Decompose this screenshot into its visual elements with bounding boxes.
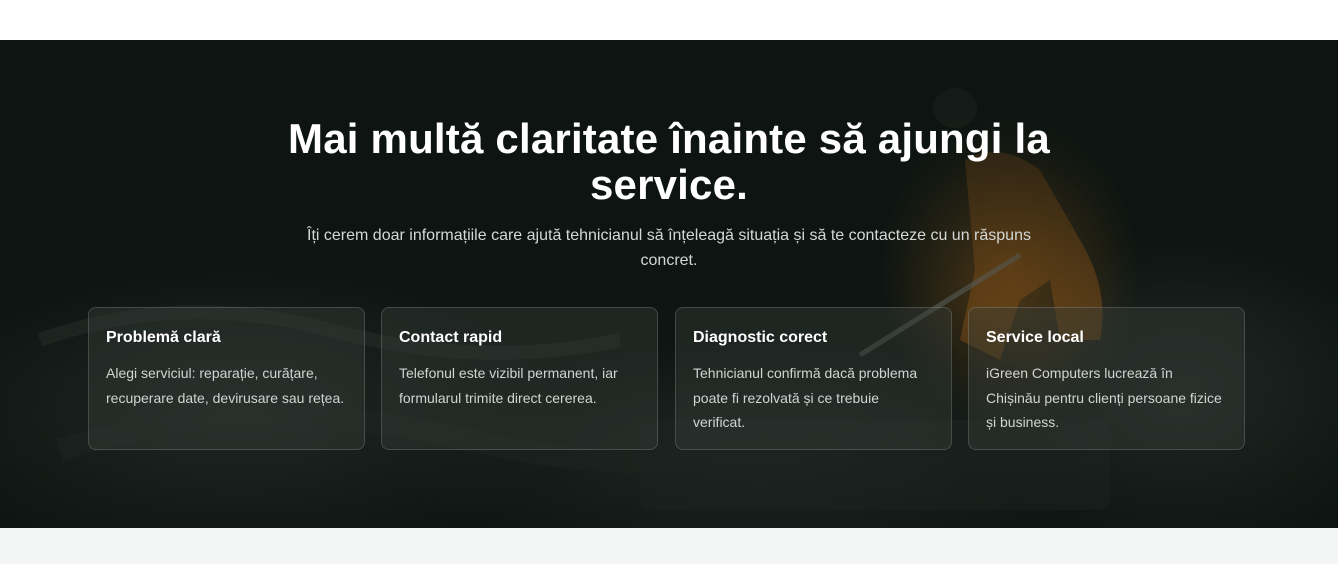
top-white-strip <box>0 0 1338 40</box>
card-title: Service local <box>986 329 1084 346</box>
hero-section: Mai multă claritate înainte să ajungi la… <box>0 40 1338 528</box>
card-text: iGreen Computers lucrează în Chișinău pe… <box>986 365 1222 430</box>
bottom-light-strip <box>0 528 1338 564</box>
card-text: Telefonul este vizibil permanent, iar fo… <box>399 365 618 406</box>
card-title: Diagnostic corect <box>693 329 828 346</box>
hero-subtitle: Îți cerem doar informațiile care ajută t… <box>307 227 1031 269</box>
feature-card-correct-diagnostic: Diagnostic corect Tehnicianul confirmă d… <box>675 307 952 450</box>
hero-background-image <box>0 40 1338 528</box>
feature-card-clear-problem: Problemă clară Alegi serviciul: reparați… <box>88 307 365 450</box>
card-title: Contact rapid <box>399 329 503 346</box>
hero-title: Mai multă claritate înainte să ajungi la… <box>288 115 1050 208</box>
feature-cards: Problemă clară Alegi serviciul: reparați… <box>88 307 1248 452</box>
card-title: Problemă clară <box>106 329 221 346</box>
feature-card-local-service: Service local iGreen Computers lucrează … <box>968 307 1245 450</box>
card-text: Alegi serviciul: reparație, curățare, re… <box>106 365 345 406</box>
card-text: Tehnicianul confirmă dacă problema poate… <box>693 365 918 430</box>
feature-card-fast-contact: Contact rapid Telefonul este vizibil per… <box>381 307 658 450</box>
